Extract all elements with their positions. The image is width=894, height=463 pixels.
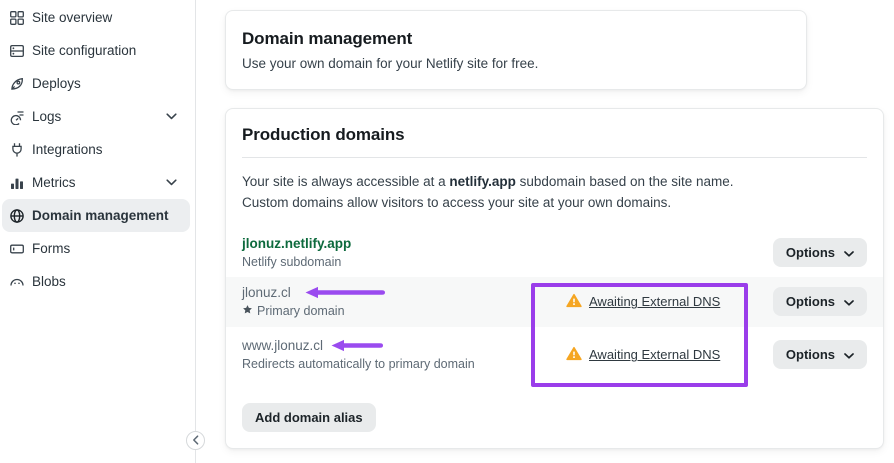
domain-row-netlify-subdomain: jlonuz.netlify.app Netlify subdomain Opt…	[226, 229, 883, 277]
domain-name: jlonuz.cl	[242, 284, 291, 301]
collapse-sidebar-button[interactable]	[186, 431, 205, 450]
dns-status: Awaiting External DNS	[542, 293, 720, 311]
plug-icon	[9, 142, 25, 158]
chevron-down-icon	[844, 347, 854, 362]
logs-icon	[9, 109, 25, 125]
domain-list: jlonuz.netlify.app Netlify subdomain Opt…	[242, 229, 867, 383]
chevron-down-icon	[844, 245, 854, 260]
dns-status-link[interactable]: Awaiting External DNS	[589, 294, 720, 309]
sidebar-item-metrics[interactable]: Metrics	[2, 166, 190, 199]
add-domain-alias-button[interactable]: Add domain alias	[242, 403, 376, 432]
sidebar-item-label: Deploys	[32, 76, 81, 91]
star-icon	[242, 304, 253, 319]
domain-sublabel: Redirects automatically to primary domai…	[242, 357, 542, 372]
domain-row-www: www.jlonuz.cl Redirects automatically to…	[226, 327, 883, 383]
sidebar-item-label: Forms	[32, 241, 70, 256]
domain-link[interactable]: jlonuz.netlify.app	[242, 235, 351, 252]
annotation-arrow	[331, 339, 383, 352]
options-button[interactable]: Options	[773, 340, 867, 369]
production-domains-description: Your site is always accessible at a netl…	[242, 172, 764, 214]
chevron-down-icon	[844, 294, 854, 309]
sidebar-item-label: Site overview	[32, 10, 112, 25]
domain-name: www.jlonuz.cl	[242, 337, 323, 354]
domain-management-card: Domain management Use your own domain fo…	[225, 10, 807, 90]
divider	[242, 157, 867, 158]
sidebar-item-label: Site configuration	[32, 43, 136, 58]
sidebar-item-site-overview[interactable]: Site overview	[2, 1, 190, 34]
form-icon	[9, 241, 25, 257]
sidebar-item-forms[interactable]: Forms	[2, 232, 190, 265]
sidebar-item-label: Logs	[32, 109, 61, 124]
sidebar-item-domain-management[interactable]: Domain management	[2, 199, 190, 232]
annotation-arrow	[305, 286, 385, 299]
grid-icon	[9, 10, 25, 26]
page-subtitle: Use your own domain for your Netlify sit…	[242, 56, 790, 71]
domain-management-page: Site overview Site configuration Deploys	[0, 0, 894, 463]
sidebar-item-label: Blobs	[32, 274, 66, 289]
options-button[interactable]: Options	[773, 287, 867, 316]
warning-icon	[566, 293, 582, 311]
chevron-left-icon	[192, 433, 200, 448]
dns-status: Awaiting External DNS	[542, 346, 720, 364]
server-icon	[9, 43, 25, 59]
sidebar-item-site-configuration[interactable]: Site configuration	[2, 34, 190, 67]
blob-icon	[9, 274, 25, 290]
main-content: Domain management Use your own domain fo…	[196, 0, 894, 463]
rocket-icon	[9, 76, 25, 92]
page-title: Domain management	[242, 29, 790, 49]
production-domains-card: Production domains Your site is always a…	[225, 108, 884, 449]
dns-status-link[interactable]: Awaiting External DNS	[589, 347, 720, 362]
domain-sublabel: Netlify subdomain	[242, 255, 542, 270]
options-button[interactable]: Options	[773, 238, 867, 267]
warning-icon	[566, 346, 582, 364]
sidebar-item-deploys[interactable]: Deploys	[2, 67, 190, 100]
sidebar-item-integrations[interactable]: Integrations	[2, 133, 190, 166]
sidebar-item-label: Domain management	[32, 208, 169, 223]
chevron-down-icon	[166, 179, 183, 186]
chevron-down-icon	[166, 113, 183, 120]
bar-chart-icon	[9, 175, 25, 191]
sidebar-item-label: Metrics	[32, 175, 76, 190]
domain-sublabel: Primary domain	[242, 304, 542, 319]
options-button-label: Options	[786, 245, 835, 260]
production-domains-title: Production domains	[242, 125, 867, 145]
sidebar-item-blobs[interactable]: Blobs	[2, 265, 190, 298]
sidebar: Site overview Site configuration Deploys	[0, 0, 196, 463]
options-button-label: Options	[786, 347, 835, 362]
options-button-label: Options	[786, 294, 835, 309]
sidebar-item-logs[interactable]: Logs	[2, 100, 190, 133]
sidebar-item-label: Integrations	[32, 142, 103, 157]
globe-icon	[9, 208, 25, 224]
domain-row-primary: jlonuz.cl Primary domain Awaiting Exte	[226, 277, 883, 327]
